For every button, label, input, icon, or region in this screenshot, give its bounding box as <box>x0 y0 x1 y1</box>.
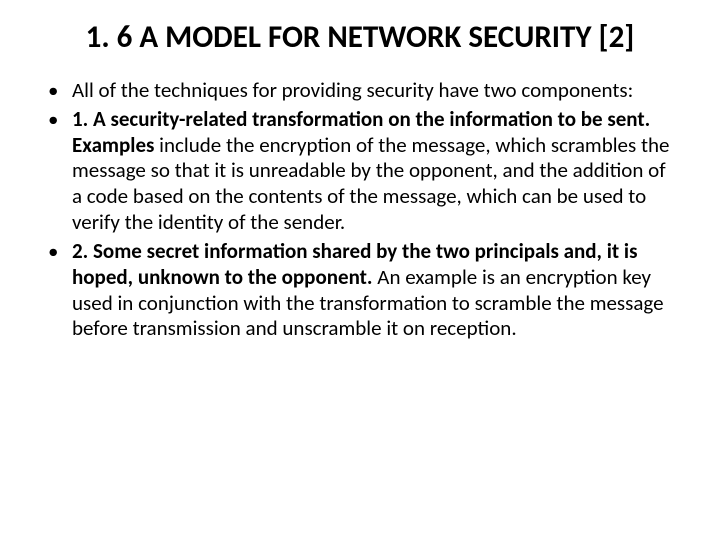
slide: 1. 6 A MODEL FOR NETWORK SECURITY [2] Al… <box>0 0 720 540</box>
list-item: All of the techniques for providing secu… <box>66 78 680 104</box>
bullet-list: All of the techniques for providing secu… <box>30 78 690 342</box>
list-item: 2. Some secret information shared by the… <box>66 239 680 341</box>
bullet-text: All of the techniques for providing secu… <box>72 77 633 103</box>
bullet-text: include the encryption of the message, w… <box>72 132 669 235</box>
list-item: 1. A security-related transformation on … <box>66 107 680 235</box>
page-title: 1. 6 A MODEL FOR NETWORK SECURITY [2] <box>30 20 690 56</box>
